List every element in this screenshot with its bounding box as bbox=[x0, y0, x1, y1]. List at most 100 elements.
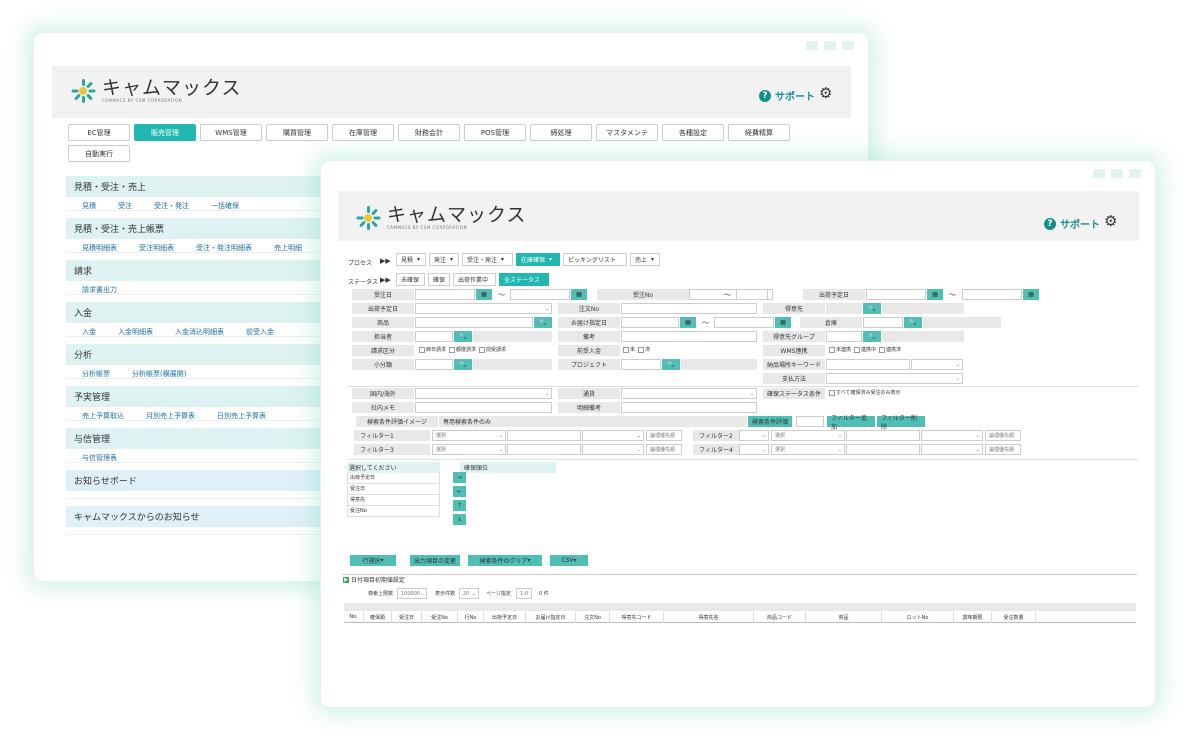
column-header[interactable]: 確保順 bbox=[364, 611, 392, 623]
delivery-date-to[interactable] bbox=[714, 317, 774, 328]
column-header[interactable]: 得意先名 bbox=[664, 611, 754, 623]
order-move-button-0[interactable]: → bbox=[453, 472, 466, 483]
action-button-3[interactable]: CSV ▾ bbox=[550, 555, 588, 566]
column-header[interactable]: 出荷予定日 bbox=[484, 611, 526, 623]
menu-link[interactable]: 売上明細 bbox=[274, 243, 302, 252]
product-input[interactable] bbox=[415, 317, 533, 328]
delivery-date-from[interactable] bbox=[621, 317, 679, 328]
search-button[interactable]: 🔍 bbox=[863, 331, 881, 342]
filter-field[interactable]: 選択 ⌄ bbox=[771, 430, 845, 441]
warehouse-input[interactable] bbox=[863, 317, 903, 328]
menu-link[interactable]: 入金明細表 bbox=[118, 327, 153, 336]
menu-link[interactable]: 月別売上予算表 bbox=[146, 411, 195, 420]
filter-field[interactable]: 選択 ⌄ bbox=[771, 444, 845, 455]
menu-link[interactable]: 一括確保 bbox=[211, 201, 239, 210]
filter-priority-2[interactable]: 論理優先順 bbox=[646, 444, 682, 455]
minimize-button[interactable] bbox=[806, 41, 818, 50]
search-button[interactable]: 🔍 bbox=[863, 303, 881, 314]
calendar-button[interactable]: ▦ bbox=[571, 289, 587, 300]
order-number-input[interactable] bbox=[621, 303, 757, 314]
checkbox-option[interactable]: 都度請求 bbox=[449, 346, 476, 353]
menu-link[interactable]: 分析帳票(横展開) bbox=[132, 369, 186, 378]
action-button-0[interactable]: 行選択 ▾ bbox=[350, 555, 396, 566]
column-header[interactable]: 受注数量 bbox=[992, 611, 1036, 623]
paging-per-select[interactable]: 20 ⌄ bbox=[459, 588, 479, 599]
staff-code[interactable] bbox=[415, 331, 453, 342]
paging-page-input[interactable]: 1-0 bbox=[516, 588, 532, 599]
status-button-3[interactable]: 全ステータス bbox=[499, 273, 549, 286]
keyword-select[interactable]: ⌄ bbox=[911, 359, 963, 370]
remarks-input[interactable] bbox=[621, 331, 757, 342]
tab-5[interactable]: 財務会計 bbox=[398, 124, 460, 141]
minimize-button[interactable] bbox=[1093, 169, 1105, 178]
column-header[interactable]: 受注日 bbox=[392, 611, 422, 623]
filter-add-button[interactable]: フィルター追加 bbox=[827, 415, 875, 431]
search-button[interactable]: 🔍 bbox=[662, 359, 680, 370]
tab-6[interactable]: POS管理 bbox=[464, 124, 526, 141]
tab-7[interactable]: 締処理 bbox=[530, 124, 592, 141]
payment-method-select[interactable]: ⌄ bbox=[826, 373, 963, 384]
maximize-button[interactable] bbox=[1111, 169, 1123, 178]
search-button[interactable]: 🔍 bbox=[534, 317, 552, 328]
calendar-button[interactable]: ▦ bbox=[775, 317, 791, 328]
menu-link[interactable]: 見積 bbox=[82, 201, 96, 210]
gear-icon[interactable]: ⚙ bbox=[819, 84, 832, 102]
menu-link[interactable]: 見積明細表 bbox=[82, 243, 117, 252]
order-move-button-2[interactable]: ↑ bbox=[453, 500, 466, 511]
filter-priority-1[interactable]: 論理優先順 bbox=[985, 430, 1021, 441]
process-button-2[interactable]: 受注・発注 ▾ bbox=[462, 253, 513, 266]
process-button-1[interactable]: 発注 ▾ bbox=[429, 253, 459, 266]
checkbox[interactable] bbox=[829, 346, 835, 353]
maximize-button[interactable] bbox=[824, 41, 836, 50]
action-button-1[interactable]: 出力項目の変更 bbox=[410, 555, 460, 566]
filter-value[interactable] bbox=[846, 444, 920, 455]
filter-priority-3[interactable]: 論理優先順 bbox=[985, 444, 1021, 455]
checkbox[interactable] bbox=[854, 346, 861, 353]
status-button-1[interactable]: 確保 bbox=[428, 273, 450, 286]
filter-value[interactable] bbox=[846, 430, 920, 441]
filter-value[interactable] bbox=[507, 430, 581, 441]
filter-op-select[interactable]: ⌄ bbox=[739, 444, 769, 455]
menu-link[interactable]: 受注 bbox=[118, 201, 132, 210]
search-eval-button[interactable]: 検索条件評価 bbox=[748, 416, 792, 427]
process-button-3[interactable]: 在庫確保 ▾ bbox=[516, 253, 560, 266]
close-button[interactable] bbox=[1129, 169, 1141, 178]
column-header[interactable]: ロットNo bbox=[882, 611, 954, 623]
search-button[interactable]: 🔍 bbox=[904, 317, 922, 328]
ship-planned-select[interactable]: ⌄ bbox=[415, 303, 552, 314]
project-code[interactable] bbox=[621, 359, 661, 370]
calendar-button[interactable]: ▦ bbox=[927, 289, 943, 300]
menu-link[interactable]: 日別売上予算表 bbox=[217, 411, 266, 420]
gear-icon[interactable]: ⚙ bbox=[1104, 212, 1117, 230]
column-header[interactable]: お届け指定日 bbox=[526, 611, 576, 623]
column-header[interactable]: 賞味期限 bbox=[954, 611, 992, 623]
support-link[interactable]: ? サポート bbox=[1044, 216, 1100, 231]
order-date-to[interactable] bbox=[510, 289, 570, 300]
status-button-2[interactable]: 出荷作業中 bbox=[453, 273, 496, 286]
order-move-button-3[interactable]: ↓ bbox=[453, 514, 466, 525]
checkbox[interactable] bbox=[479, 346, 486, 353]
order-left-item[interactable]: 出荷予定日 bbox=[347, 473, 440, 484]
tab-3[interactable]: 購買管理 bbox=[266, 124, 328, 141]
checkbox[interactable] bbox=[829, 389, 835, 396]
paging-max-select[interactable]: 100000 ⌄ bbox=[397, 588, 427, 599]
search-eval-input[interactable] bbox=[796, 416, 824, 427]
checkbox-option[interactable]: 前受請求 bbox=[479, 346, 506, 353]
allocation-condition-option[interactable]: すべて確保済み受注のみ表示 bbox=[829, 389, 900, 396]
menu-link[interactable]: 与信管理表 bbox=[82, 453, 117, 462]
checkbox[interactable] bbox=[638, 346, 645, 353]
domestic-select[interactable]: ⌄ bbox=[415, 388, 552, 399]
checkbox[interactable] bbox=[623, 346, 629, 353]
menu-link[interactable]: 受注明細表 bbox=[139, 243, 174, 252]
order-left-item[interactable]: 受注No bbox=[347, 506, 440, 517]
menu-link[interactable]: 入金消込明細表 bbox=[175, 327, 224, 336]
ship-date-from[interactable] bbox=[866, 289, 926, 300]
checkbox-option[interactable]: 連携中 bbox=[854, 346, 876, 353]
checkbox-option[interactable]: 連携済 bbox=[879, 346, 901, 353]
order-left-item[interactable]: 受注日 bbox=[347, 484, 440, 495]
delivery-keyword-input[interactable] bbox=[826, 359, 910, 370]
checkbox[interactable] bbox=[419, 346, 425, 353]
close-button[interactable] bbox=[842, 41, 854, 50]
ship-date-to[interactable] bbox=[962, 289, 1022, 300]
tab-10[interactable]: 経費精算 bbox=[728, 124, 790, 141]
